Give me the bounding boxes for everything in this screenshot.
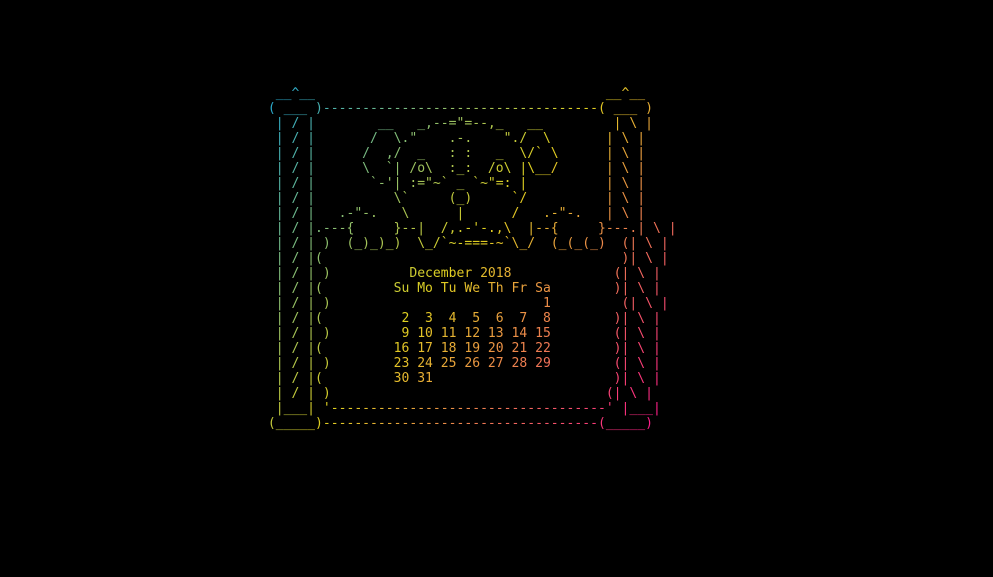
- terminal-output: __^__ __^__ ( ___ )---------------------…: [260, 86, 720, 431]
- terminal-line: | / | ) (| \ |: [275, 386, 653, 401]
- terminal-line: | / | \` (_) `/ | \ |: [275, 191, 646, 206]
- terminal-line: | / | ) 23 24 25 26 27 28 29 (| \ |: [275, 356, 661, 371]
- terminal-line: | / | / \." .-. "./ \ | \ |: [275, 131, 646, 146]
- terminal-line: | / | .-"-. \ | / .-"-. | \ |: [275, 206, 646, 221]
- terminal-line: | / | __ _,--="=--,_ __ | \ |: [275, 116, 653, 131]
- terminal-line: | / |( )| \ |: [275, 251, 669, 266]
- terminal-line: | / |( 16 17 18 19 20 21 22 )| \ |: [275, 341, 661, 356]
- terminal-line: __^__ __^__: [275, 86, 646, 101]
- terminal-line: | / | \ `| /o\ :_: /o\ |\__/ | \ |: [275, 161, 646, 176]
- terminal-line: | / | / ,/ _ : : _ \/` \ | \ |: [275, 146, 646, 161]
- terminal-line: | / |( 2 3 4 5 6 7 8 )| \ |: [275, 311, 661, 326]
- terminal-line: | / | `-'| :="~` _ `~"=: | | \ |: [275, 176, 646, 191]
- terminal-line: (_____)---------------------------------…: [267, 416, 653, 431]
- terminal-line: | / | ) 1 (| \ |: [275, 296, 669, 311]
- terminal-line: | / |( 30 31 )| \ |: [275, 371, 661, 386]
- terminal-line: | / |.---{ }--| /,.-'-.,\ |--{ }---.| \ …: [275, 221, 677, 236]
- terminal-line: ( ___ )---------------------------------…: [267, 101, 653, 116]
- terminal-line: | / |( Su Mo Tu We Th Fr Sa )| \ |: [275, 281, 661, 296]
- terminal-line: | / | ) (_)_)_) \_/`~-===-~`\_/ (_(_(_) …: [275, 236, 669, 251]
- terminal-line: |___| '---------------------------------…: [275, 401, 661, 416]
- terminal-line: | / | ) December 2018 (| \ |: [275, 266, 661, 281]
- terminal-line: | / | ) 9 10 11 12 13 14 15 (| \ |: [275, 326, 661, 341]
